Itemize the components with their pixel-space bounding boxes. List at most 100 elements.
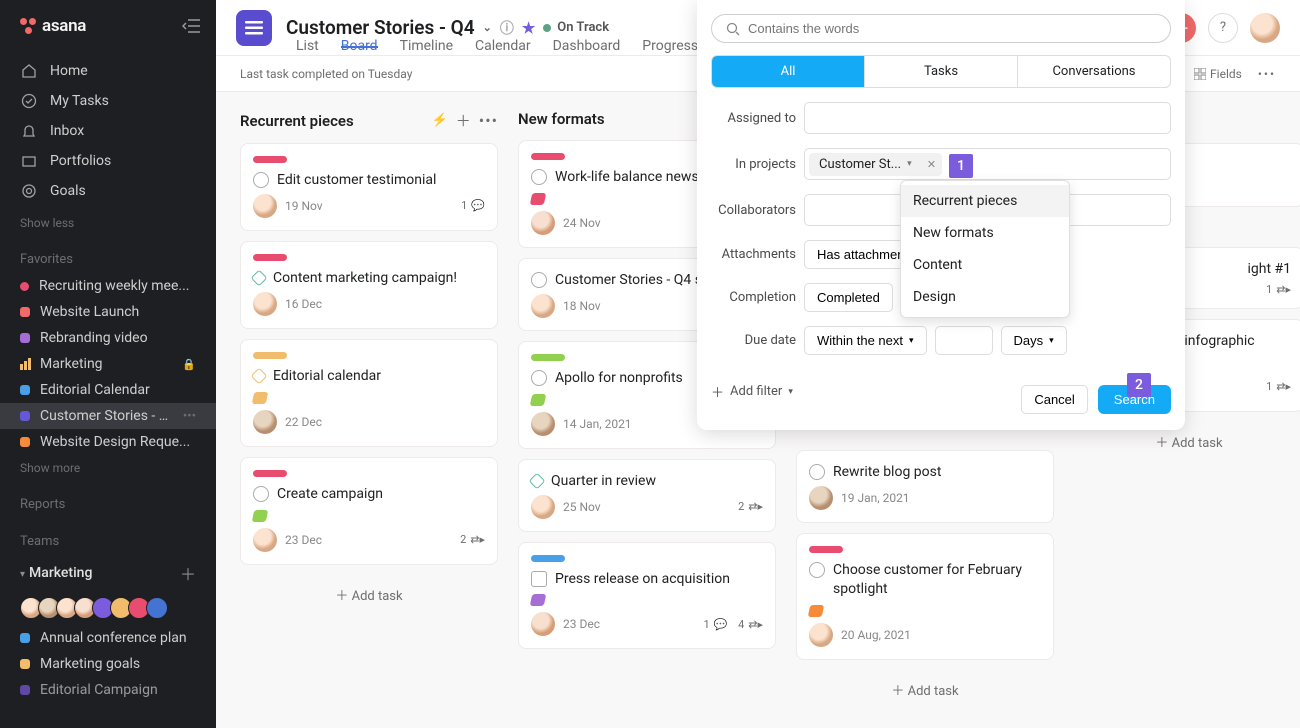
remove-token-icon[interactable]: ✕ — [927, 158, 936, 171]
column-title[interactable]: New formats — [518, 110, 605, 128]
bell-icon — [20, 122, 38, 140]
home-icon — [20, 62, 38, 80]
nav-mytasks[interactable]: My Tasks — [0, 86, 216, 116]
milestone-icon[interactable] — [529, 472, 546, 489]
avatar[interactable] — [146, 597, 168, 619]
tag-icon — [530, 594, 547, 606]
chevron-down-icon[interactable]: ▾ — [907, 159, 912, 169]
check-icon[interactable] — [809, 464, 825, 480]
tag-icon — [252, 392, 269, 404]
nav-home[interactable]: Home — [0, 56, 216, 86]
sidebar: asana Home My Tasks Inbox Portfolios Goa… — [0, 0, 216, 728]
card[interactable]: Rewrite blog post19 Jan, 2021 — [796, 450, 1054, 523]
btn-days[interactable]: Days▾ — [1001, 326, 1067, 355]
check-icon[interactable] — [531, 370, 547, 386]
card[interactable]: Quarter in review25 Nov2⇄▸ — [518, 459, 776, 532]
show-less-link[interactable]: Show less — [0, 210, 216, 236]
sidebar-collapse-icon[interactable] — [182, 19, 200, 33]
tab-board[interactable]: Board — [341, 38, 378, 48]
team-proj-editorial[interactable]: Editorial Campaign — [0, 677, 216, 703]
add-team-icon[interactable]: ＋ — [180, 561, 196, 585]
card[interactable]: Create campaign23 Dec2⇄▸ — [240, 457, 498, 565]
fav-marketing[interactable]: Marketing🔒 — [0, 351, 216, 377]
card[interactable]: Content marketing campaign!16 Dec — [240, 241, 498, 329]
tab-dashboard[interactable]: Dashboard — [553, 38, 621, 46]
card[interactable]: Press release on acquisition23 Dec1💬 4⇄▸ — [518, 542, 776, 650]
fav-rebranding[interactable]: Rebranding video — [0, 325, 216, 351]
btn-within[interactable]: Within the next▾ — [804, 326, 927, 355]
fav-website-design[interactable]: Website Design Reque... — [0, 429, 216, 455]
info-icon[interactable]: ⓘ — [500, 18, 514, 38]
opt-content[interactable]: Content — [901, 249, 1069, 281]
add-filter-button[interactable]: ＋Add filter▾ — [711, 382, 793, 401]
cancel-button[interactable]: Cancel — [1021, 385, 1087, 414]
column-more-icon[interactable]: ••• — [479, 111, 498, 130]
show-more-link[interactable]: Show more — [0, 455, 216, 481]
check-icon[interactable] — [531, 169, 547, 185]
nav-goals[interactable]: Goals — [0, 176, 216, 206]
search-input-wrap[interactable] — [711, 14, 1171, 43]
project-sections-dropdown: Recurrent pieces New formats Content Des… — [900, 180, 1070, 318]
user-avatar[interactable] — [1250, 13, 1280, 43]
reports-label: Reports — [0, 481, 216, 518]
check-icon[interactable] — [253, 172, 269, 188]
card[interactable]: Edit customer testimonial19 Nov1💬 — [240, 143, 498, 231]
chevron-down-icon[interactable]: ⌄ — [483, 21, 492, 34]
more-options-icon[interactable]: ••• — [1258, 67, 1276, 81]
fav-recruiting[interactable]: Recruiting weekly mee... — [0, 273, 216, 299]
avatar — [253, 194, 277, 218]
tab-list[interactable]: List — [296, 38, 319, 46]
fields-button[interactable]: Fields — [1194, 67, 1242, 81]
tab-progress[interactable]: Progress — [642, 38, 698, 46]
check-icon[interactable] — [531, 571, 547, 587]
input-projects[interactable]: Customer St...▾ ✕ — [804, 148, 1171, 180]
btn-completed[interactable]: Completed — [804, 283, 893, 312]
add-task-button[interactable]: ＋ Add task — [796, 670, 1054, 709]
check-icon[interactable] — [531, 272, 547, 288]
fav-customer-stories[interactable]: Customer Stories - Q4••• — [0, 403, 216, 429]
search-input[interactable] — [748, 21, 1156, 36]
nav-inbox[interactable]: Inbox — [0, 116, 216, 146]
tag-icon — [530, 193, 547, 205]
status-pill[interactable]: On Track — [543, 20, 609, 35]
fav-website-launch[interactable]: Website Launch — [0, 299, 216, 325]
fav-editorial[interactable]: Editorial Calendar — [0, 377, 216, 403]
tag-icon — [530, 394, 547, 406]
add-card-icon[interactable]: ＋ — [456, 110, 471, 131]
nav-portfolios[interactable]: Portfolios — [0, 146, 216, 176]
label-collaborators: Collaborators — [711, 203, 796, 218]
opt-design[interactable]: Design — [901, 281, 1069, 313]
column-title[interactable]: Recurrent pieces — [240, 112, 354, 130]
milestone-icon[interactable] — [251, 269, 268, 286]
logo-text: asana — [42, 16, 86, 36]
help-button[interactable]: ? — [1208, 13, 1238, 43]
tab-calendar[interactable]: Calendar — [475, 38, 531, 46]
team-proj-conference[interactable]: Annual conference plan — [0, 625, 216, 651]
tab-timeline[interactable]: Timeline — [400, 38, 453, 46]
check-icon[interactable] — [253, 486, 269, 502]
logo[interactable]: asana — [20, 16, 86, 36]
milestone-icon[interactable] — [251, 367, 268, 384]
search-segments: All Tasks Conversations — [711, 55, 1171, 88]
more-icon[interactable]: ••• — [183, 409, 196, 424]
seg-conversations[interactable]: Conversations — [1018, 56, 1170, 87]
seg-all[interactable]: All — [712, 56, 865, 87]
opt-new-formats[interactable]: New formats — [901, 217, 1069, 249]
check-icon[interactable] — [809, 562, 825, 578]
input-duedate-num[interactable] — [935, 326, 993, 355]
comment-icon: 💬 — [471, 199, 485, 212]
card[interactable]: Editorial calendar22 Dec — [240, 339, 498, 447]
add-task-button[interactable]: ＋ Add task — [240, 575, 498, 614]
star-icon[interactable]: ★ — [522, 19, 535, 37]
team-marketing[interactable]: ▾Marketing＋ — [0, 555, 216, 591]
seg-tasks[interactable]: Tasks — [865, 56, 1018, 87]
bolt-icon[interactable]: ⚡ — [432, 113, 448, 128]
project-token[interactable]: Customer St...▾ ✕ — [809, 153, 942, 176]
input-assigned[interactable] — [804, 102, 1171, 134]
project-icon[interactable] — [236, 10, 272, 46]
team-proj-goals[interactable]: Marketing goals — [0, 651, 216, 677]
card[interactable]: Choose customer for February spotlight20… — [796, 533, 1054, 660]
avatar — [531, 211, 555, 235]
opt-recurrent[interactable]: Recurrent pieces — [901, 185, 1069, 217]
check-icon — [20, 92, 38, 110]
